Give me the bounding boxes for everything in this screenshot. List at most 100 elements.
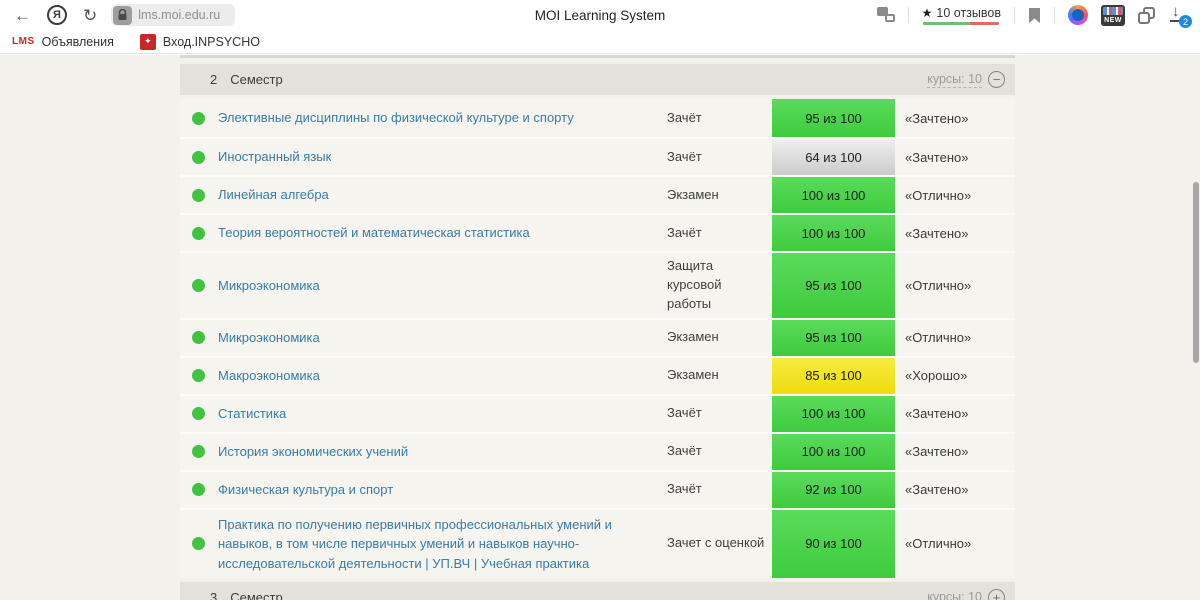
status-dot-icon [192,188,205,202]
bookmark-label: Вход.INPSYCHO [162,34,260,49]
exam-type: Зачёт [667,405,702,421]
grade-text: «Зачтено» [905,225,969,241]
status-dot-icon [192,226,205,240]
course-link[interactable]: История экономических учений [218,437,667,467]
course-row: Микроэкономика Экзамен 95 из 100 «Отличн… [180,317,1015,356]
star-icon: ★ [921,5,933,20]
course-row: Теория вероятностей и математическая ста… [180,213,1015,251]
status-dot-icon [192,278,205,292]
course-link[interactable]: Физическая культура и спорт [218,475,667,505]
grade-text: «Отлично» [905,187,972,203]
expand-icon[interactable]: + [988,589,1005,600]
course-row: Элективные дисциплины по физической куль… [180,99,1015,137]
bookmarks-bar: LMS Объявления ✦ Вход.INPSYCHO [0,30,1200,54]
bookmark-flag-icon[interactable] [1028,7,1041,24]
course-link[interactable]: Макроэкономика [218,361,667,391]
course-row: Практика по получению первичных професси… [180,507,1015,579]
semester-number: 3 [210,590,218,600]
grade-text: «Отлично» [905,330,972,346]
score-badge: 100 из 100 [772,433,895,470]
refresh-icon[interactable]: ↻ [83,7,97,24]
grade-text: «Отлично» [905,536,972,552]
course-link[interactable]: Практика по получению первичных професси… [218,510,667,579]
page-background: 2 Семестр курсы: 10 − Элективные дисципл… [0,55,1200,600]
grades-table: 2 Семестр курсы: 10 − Элективные дисципл… [180,55,1015,600]
exam-type: Зачёт [667,148,702,164]
status-dot-icon [192,407,205,421]
new-extension-icon[interactable]: NEW [1101,4,1125,26]
divider [907,7,909,23]
score-badge: 64 из 100 [772,139,895,175]
score-badge: 90 из 100 [772,509,895,579]
new-badge: NEW [1104,16,1122,24]
status-dot-icon [192,537,205,551]
course-link[interactable]: Теория вероятностей и математическая ста… [218,218,667,248]
feedback-icon[interactable] [876,7,895,23]
yandex-browser-icon[interactable]: Я [47,5,67,25]
inpsycho-logo-icon: ✦ [139,33,156,50]
course-row: Иностранный язык Зачёт 64 из 100 «Зачтен… [180,137,1015,175]
exam-type: Защита курсовой работы [667,258,722,311]
reviews-count: 10 отзывов [936,5,1001,20]
grade-text: «Зачтено» [905,110,969,126]
score-badge: 100 из 100 [772,395,895,432]
bookmark-inpsycho[interactable]: ✦ Вход.INPSYCHO [139,33,260,50]
back-icon[interactable]: ← [14,7,31,24]
exam-type: Зачёт [667,443,702,459]
score-badge: 95 из 100 [772,319,895,356]
exam-type: Зачёт [667,224,702,240]
courses-count-link[interactable]: курсы: 10 [927,589,982,600]
nav-buttons: ← Я ↻ [0,5,97,25]
status-dot-icon [192,111,205,125]
course-link[interactable]: Микроэкономика [218,271,667,301]
semester-number: 2 [210,72,218,87]
scrollbar-thumb[interactable] [1193,182,1199,363]
status-dot-icon [192,445,205,459]
downloads-count-badge: 2 [1179,15,1192,28]
exam-type: Зачет с оценкой [667,535,765,551]
courses-count-link[interactable]: курсы: 10 [927,71,982,89]
course-link[interactable]: Элективные дисциплины по физической куль… [218,103,667,133]
extension-icon[interactable] [1068,5,1088,25]
lock-icon[interactable] [113,5,133,25]
bookmark-label: Объявления [41,34,114,49]
previous-section-edge [180,55,1015,58]
exam-type: Экзамен [667,367,719,383]
grade-text: «Зачтено» [905,406,969,422]
divider [1054,7,1055,23]
toolbar-right-icons: ★ 10 отзывов NEW ↓ 2 [876,3,1200,28]
grade-text: «Зачтено» [905,149,969,165]
exam-type: Зачёт [667,109,702,125]
score-badge: 100 из 100 [772,177,895,213]
url-text: lms.moi.edu.ru [138,8,221,22]
grade-text: «Хорошо» [905,368,968,384]
grade-text: «Зачтено» [905,482,969,498]
score-badge: 92 из 100 [772,471,895,508]
address-bar[interactable]: lms.moi.edu.ru [111,4,236,26]
bookmark-announcements[interactable]: LMS Объявления [12,35,114,49]
semester-label: Семестр [230,72,283,87]
score-badge: 85 из 100 [772,357,895,394]
semester-2-header: 2 Семестр курсы: 10 − [180,64,1015,95]
divider [1014,7,1015,23]
status-dot-icon [192,483,205,497]
score-badge: 95 из 100 [772,253,895,318]
collapse-icon[interactable]: − [988,71,1005,88]
reviews-widget[interactable]: ★ 10 отзывов [922,6,1001,25]
downloads-icon[interactable]: ↓ 2 [1168,3,1192,28]
course-rows: Элективные дисциплины по физической куль… [180,99,1015,579]
course-row: Статистика Зачёт 100 из 100 «Зачтено» [180,393,1015,432]
course-link[interactable]: Иностранный язык [218,142,667,172]
course-link[interactable]: Статистика [218,399,667,429]
exam-type: Экзамен [667,186,719,202]
course-row: Линейная алгебра Экзамен 100 из 100 «Отл… [180,175,1015,213]
lms-logo-icon: LMS [12,36,35,47]
course-link[interactable]: Микроэкономика [218,323,667,353]
browser-toolbar: MOI Learning System ← Я ↻ lms.moi.edu.ru… [0,0,1200,30]
course-link[interactable]: Линейная алгебра [218,180,667,210]
course-row: Микроэкономика Защита курсовой работы 95… [180,251,1015,318]
exam-type: Зачёт [667,481,702,497]
collections-icon[interactable] [1138,6,1155,24]
score-badge: 100 из 100 [772,215,895,251]
grade-text: «Отлично» [905,277,972,293]
